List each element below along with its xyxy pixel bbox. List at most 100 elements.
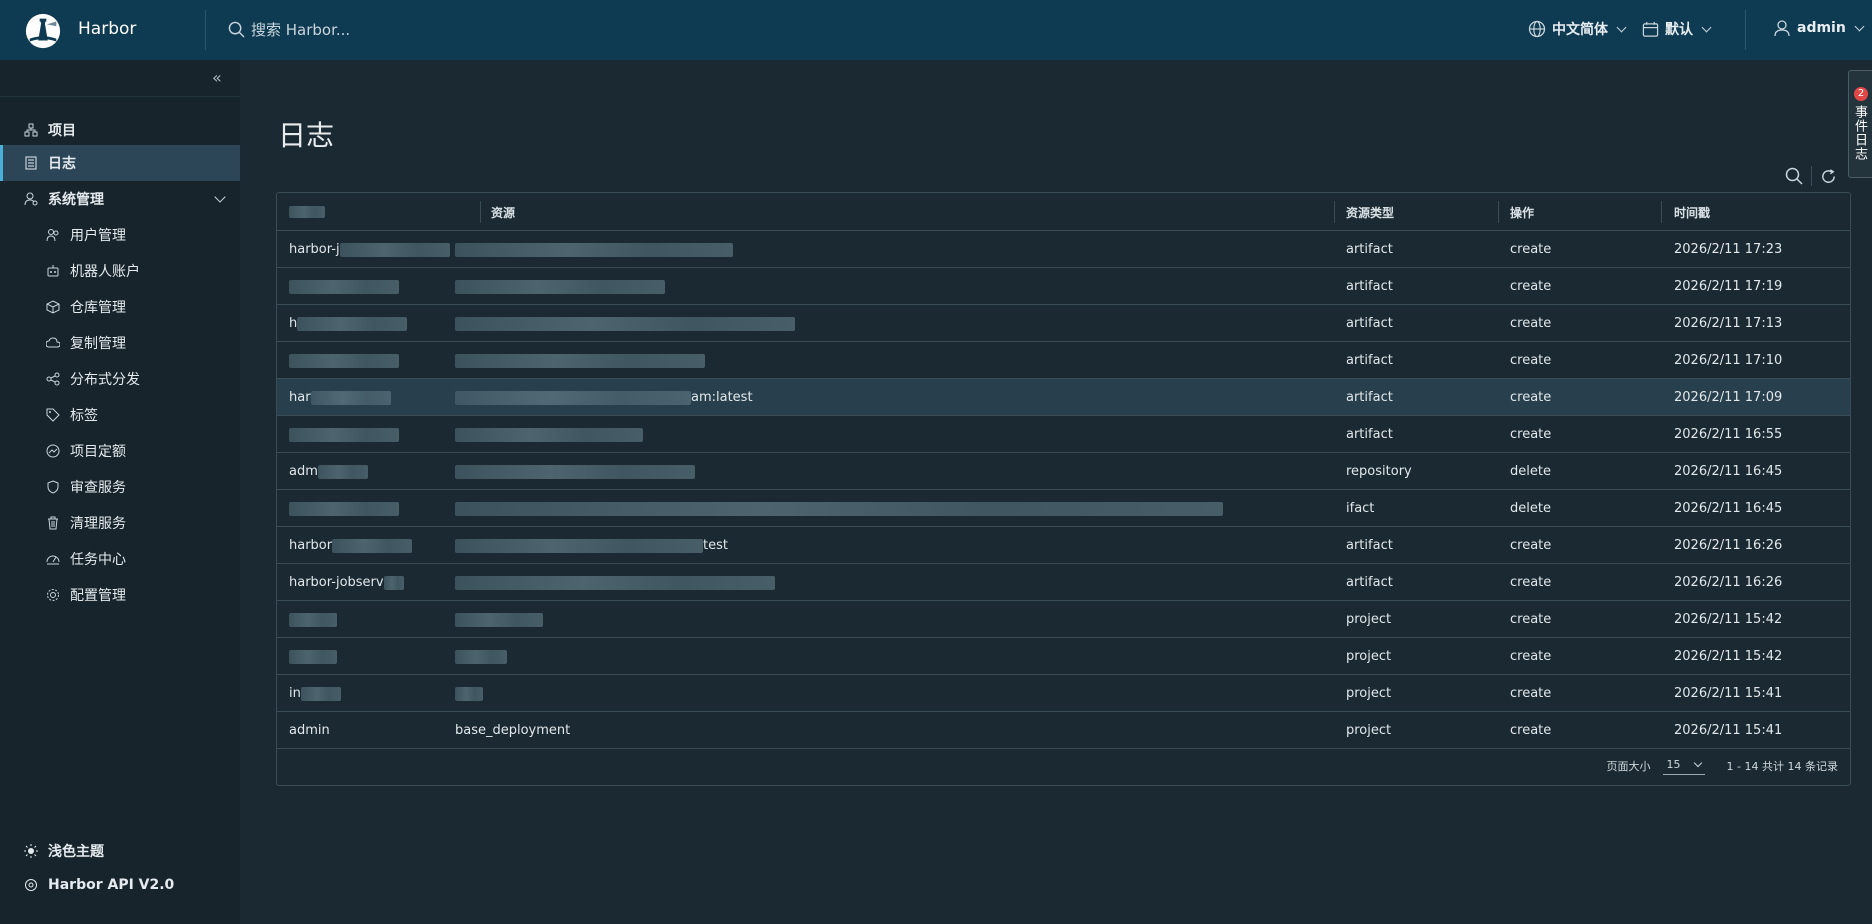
table-row[interactable]: admin base_deployment project create 2026/2/… — [277, 712, 1850, 749]
redacted-block — [455, 353, 705, 368]
table-row[interactable]: har am:latest artifact create 2026/2/11 17:0… — [277, 379, 1850, 416]
sidebar: « 项目 日志 系统管理 用户管理 机器人账户 仓库管理 复制管理 分布式分发 … — [0, 60, 240, 924]
table-row[interactable]: in project create 2026/2/11 15:41 — [277, 675, 1850, 712]
column-divider — [1661, 201, 1662, 223]
distribution-icon — [46, 372, 60, 386]
cell-username: harbor-jobserv — [289, 564, 404, 601]
logs-icon — [25, 156, 37, 170]
user-icon — [1774, 20, 1790, 37]
theme-toggle[interactable]: 浅色主题 — [24, 841, 104, 861]
cell-resource-type: project — [1346, 649, 1392, 664]
audit-log-table: 资源 资源类型 操作 时间戳 harbor-j artifact create 202… — [276, 192, 1851, 786]
redacted-block — [455, 242, 733, 257]
cell-resource-type: project — [1346, 686, 1392, 701]
cell-resource — [455, 305, 795, 342]
cell-username — [289, 268, 399, 305]
api-link[interactable]: Harbor API V2.0 — [24, 877, 174, 893]
sidebar-item-users[interactable]: 用户管理 — [0, 217, 240, 253]
page-size-select[interactable]: 15 — [1662, 758, 1705, 775]
table-row[interactable]: ifact delete 2026/2/11 16:45 — [277, 490, 1850, 527]
language-dropdown[interactable]: 中文简体 — [1528, 19, 1627, 39]
sidebar-item-robot-accounts[interactable]: 机器人账户 — [0, 253, 240, 289]
global-search[interactable]: 搜索 Harbor... — [228, 19, 350, 40]
table-header: 资源 资源类型 操作 时间戳 — [277, 193, 1850, 231]
cell-timestamp: 2026/2/11 15:42 — [1674, 612, 1783, 627]
chevron-down-icon[interactable] — [214, 191, 226, 203]
collapse-sidebar-icon[interactable]: « — [212, 68, 222, 87]
username-text: harbor-jobserv — [289, 575, 384, 590]
sidebar-item-configuration[interactable]: 配置管理 — [0, 577, 240, 613]
table-row[interactable]: project create 2026/2/11 15:42 — [277, 638, 1850, 675]
table-row[interactable]: artifact create 2026/2/11 16:55 — [277, 416, 1850, 453]
header-divider — [205, 10, 206, 50]
redacted-block — [310, 390, 391, 405]
column-header-resource-type[interactable]: 资源类型 — [1346, 193, 1394, 231]
sidebar-item-label: 分布式分发 — [70, 372, 140, 388]
sidebar-item-label: 日志 — [48, 156, 76, 172]
sidebar-item-clean-up[interactable]: 清理服务 — [0, 505, 240, 541]
redacted-block — [289, 501, 399, 516]
redacted-block — [339, 242, 450, 257]
cell-resource-type: artifact — [1346, 427, 1393, 442]
cell-username — [289, 601, 337, 638]
sidebar-item-logs[interactable]: 日志 — [0, 145, 240, 181]
table-row[interactable]: h artifact create 2026/2/11 17:13 — [277, 305, 1850, 342]
globe-icon — [1528, 20, 1546, 38]
search-placeholder: 搜索 Harbor... — [251, 21, 351, 39]
redacted-block — [455, 575, 775, 590]
username-text: har — [289, 390, 311, 405]
cell-resource — [455, 231, 733, 268]
sidebar-item-replications[interactable]: 复制管理 — [0, 325, 240, 361]
sidebar-item-labels[interactable]: 标签 — [0, 397, 240, 433]
sidebar-item-registries[interactable]: 仓库管理 — [0, 289, 240, 325]
search-icon — [228, 21, 245, 38]
table-row[interactable]: adm repository delete 2026/2/11 16:45 — [277, 453, 1850, 490]
admin-icon — [24, 192, 38, 206]
event-log-tab[interactable]: 2 事件日志 — [1848, 70, 1872, 178]
column-header-timestamp[interactable]: 时间戳 — [1674, 193, 1710, 231]
table-row[interactable]: harbor test artifact create 2026/2/11 16:26 — [277, 527, 1850, 564]
column-header-resource[interactable]: 资源 — [491, 193, 515, 231]
table-row[interactable]: harbor-jobserv artifact create 2026/2/11 16… — [277, 564, 1850, 601]
sidebar-item-label: 任务中心 — [70, 552, 126, 568]
page-size-label: 页面大小 — [1606, 760, 1651, 773]
table-row[interactable]: artifact create 2026/2/11 17:19 — [277, 268, 1850, 305]
table-row[interactable]: artifact create 2026/2/11 17:10 — [277, 342, 1850, 379]
table-row[interactable]: harbor-j artifact create 2026/2/11 17:23 — [277, 231, 1850, 268]
chevron-down-icon — [1854, 21, 1865, 31]
cell-username: in — [289, 675, 341, 712]
sidebar-item-admin[interactable]: 系统管理 — [0, 181, 240, 217]
sidebar-item-job-service[interactable]: 任务中心 — [0, 541, 240, 577]
redacted-block — [455, 279, 665, 294]
sidebar-item-interrogation[interactable]: 审查服务 — [0, 469, 240, 505]
cell-resource — [455, 268, 665, 305]
cell-username: admin — [289, 712, 330, 749]
cell-resource-type: artifact — [1346, 353, 1393, 368]
column-header-operation[interactable]: 操作 — [1510, 193, 1534, 231]
harbor-logo-icon[interactable] — [24, 12, 62, 50]
user-menu[interactable]: admin — [1773, 19, 1865, 37]
api-icon — [25, 879, 37, 891]
redacted-block — [455, 649, 507, 664]
brand-name[interactable]: Harbor — [78, 19, 136, 39]
date-format-dropdown[interactable]: 默认 — [1642, 19, 1712, 39]
sidebar-item-distributions[interactable]: 分布式分发 — [0, 361, 240, 397]
cell-operation: create — [1510, 575, 1552, 590]
cell-operation: create — [1510, 353, 1552, 368]
sidebar-item-quotas[interactable]: 项目定额 — [0, 433, 240, 469]
cell-operation: create — [1510, 723, 1552, 738]
table-row[interactable]: project create 2026/2/11 15:42 — [277, 601, 1850, 638]
cell-username — [289, 490, 399, 527]
sidebar-item-projects[interactable]: 项目 — [0, 112, 240, 148]
search-icon[interactable] — [1785, 167, 1803, 185]
refresh-icon[interactable] — [1820, 168, 1837, 185]
replication-icon — [46, 337, 60, 348]
toolbar-divider — [1811, 166, 1812, 186]
cell-resource-type: artifact — [1346, 538, 1393, 553]
users-icon — [46, 229, 59, 242]
sidebar-item-label: 仓库管理 — [70, 300, 126, 316]
column-divider — [1498, 201, 1499, 223]
column-header-username[interactable] — [289, 193, 325, 231]
cell-username: adm — [289, 453, 368, 490]
cell-resource-type: project — [1346, 723, 1392, 738]
